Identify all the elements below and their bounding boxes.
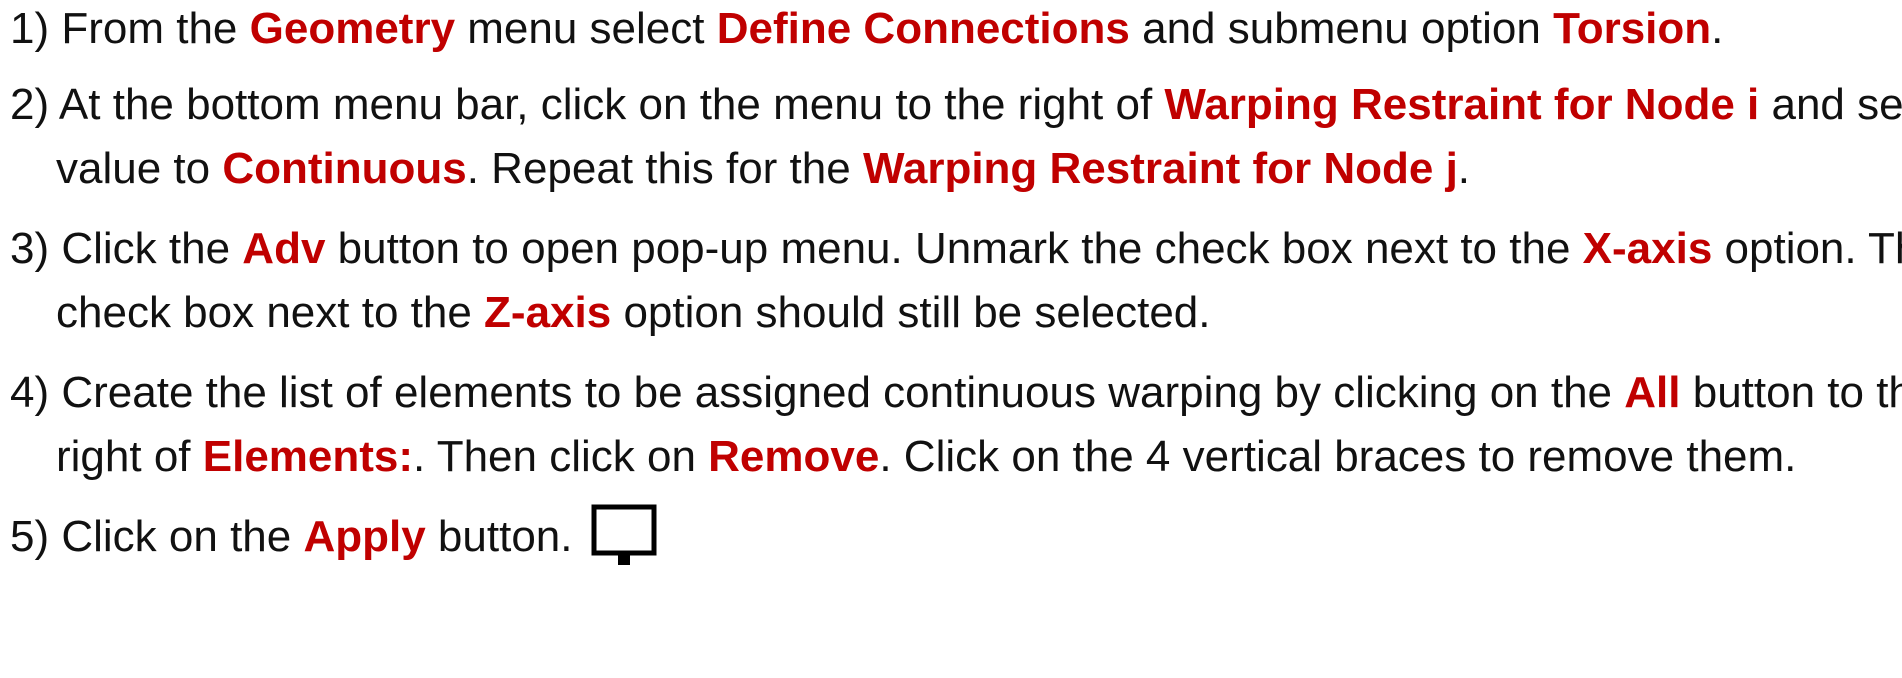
step-text: and set the xyxy=(1771,80,1902,129)
step-2: 2) At the bottom menu bar, click on the … xyxy=(10,66,1902,208)
step-text: option should still be selected. xyxy=(611,288,1211,337)
step-text: . Click on the 4 vertical braces to remo… xyxy=(879,432,1797,481)
step-text: . xyxy=(1457,144,1471,193)
step-3: 3) Click the Adv button to open pop-up m… xyxy=(10,210,1902,352)
menu-name-geometry: Geometry xyxy=(249,4,456,53)
monitor-apply-icon xyxy=(590,503,658,565)
step-text: At the bottom menu bar, click on the men… xyxy=(49,80,1165,129)
step-text: . Then click on xyxy=(413,432,709,481)
step-text: . xyxy=(1711,4,1724,53)
step-text: and submenu option xyxy=(1129,4,1554,53)
value-continuous: Continuous xyxy=(222,144,467,193)
step-text: . Repeat this for the xyxy=(466,144,863,193)
option-x-axis: X-axis xyxy=(1582,224,1713,273)
button-name-apply: Apply xyxy=(303,512,426,561)
step-text: Click the xyxy=(49,224,243,273)
step-text: From the xyxy=(49,4,250,53)
step-5-line-1: 5) Click on the Apply button. xyxy=(10,498,1890,576)
button-name-adv: Adv xyxy=(242,224,326,273)
step-number: 5) xyxy=(10,512,50,561)
button-name-remove: Remove xyxy=(708,432,880,481)
submenu-option-torsion: Torsion xyxy=(1553,4,1712,53)
menu-item-define-connections: Define Connections xyxy=(716,4,1130,53)
step-5: 5) Click on the Apply button. xyxy=(10,498,1890,576)
step-text: Create the list of elements to be assign… xyxy=(49,368,1625,417)
step-number: 2) xyxy=(10,80,50,129)
label-warping-restraint-node-i: Warping Restraint for Node i xyxy=(1164,80,1760,129)
label-elements: Elements: xyxy=(202,432,414,481)
step-text: value to xyxy=(56,144,223,193)
step-text: button. xyxy=(425,512,573,561)
step-number: 1) xyxy=(10,4,50,53)
step-number: 4) xyxy=(10,368,50,417)
step-text: button to the xyxy=(1692,368,1902,417)
button-name-all: All xyxy=(1624,368,1681,417)
step-4: 4) Create the list of elements to be ass… xyxy=(10,354,1902,496)
step-text: Click on the xyxy=(49,512,304,561)
step-4-line-2: right of Elements:. Then click on Remove… xyxy=(10,418,1890,496)
step-1-line-1: 1) From the Geometry menu select Define … xyxy=(10,0,1890,68)
step-text: option. The xyxy=(1724,224,1902,273)
step-number: 3) xyxy=(10,224,50,273)
step-1: 1) From the Geometry menu select Define … xyxy=(10,0,1890,68)
step-text: menu select xyxy=(455,4,717,53)
label-warping-restraint-node-j: Warping Restraint for Node j xyxy=(862,144,1458,193)
step-text: right of xyxy=(56,432,203,481)
step-text: check box next to the xyxy=(56,288,485,337)
option-z-axis: Z-axis xyxy=(484,288,612,337)
step-text: button to open pop-up menu. Unmark the c… xyxy=(325,224,1583,273)
